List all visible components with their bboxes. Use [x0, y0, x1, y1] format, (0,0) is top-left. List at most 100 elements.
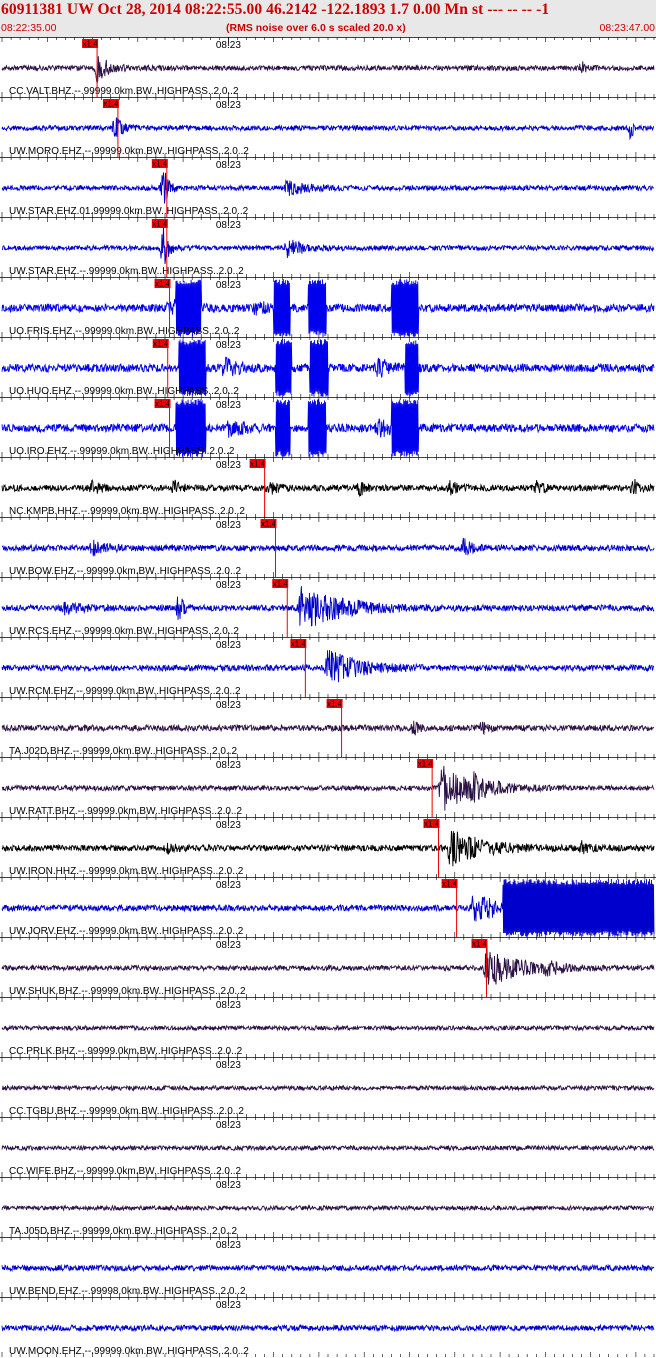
minute-label: 08:23: [216, 760, 241, 771]
minute-label: 08:23: [216, 460, 241, 471]
trace-row: 08:23 UW.JORV.EHZ.--.99999.0km.BW..HIGHPA…: [0, 877, 656, 937]
minute-label: 08:23: [216, 280, 241, 291]
station-label: UW.BEND.EHZ.--.99998.0km.BW..HIGHPASS..2…: [9, 1286, 246, 1297]
end-time: 08:23:47.00: [599, 22, 655, 34]
pick-label: x1.4: [327, 700, 343, 709]
pick-label: x1.4: [152, 220, 168, 229]
minute-label: 08:23: [216, 880, 241, 891]
pick-label: x1.4: [472, 940, 488, 949]
minute-label: 08:23: [216, 340, 241, 351]
station-label: UW.RCM.EHZ.--.99999.0km.BW..HIGHPASS..2.…: [9, 686, 241, 697]
waveform: [1, 586, 655, 627]
pick-label: x1.4: [250, 460, 266, 469]
station-label: CC.TGBU.BHZ.--.99999.0km.BW..HIGHPASS..2…: [9, 1106, 244, 1117]
trace-row: 08:23 UO.FRIS.EHZ.--.99999.0km.BW..HIGHPA…: [0, 277, 656, 337]
start-time: 08:22:35.00: [1, 22, 57, 34]
station-label: UW.SHUK.BHZ.--.99999.0km.BW..HIGHPASS..2…: [9, 986, 246, 997]
station-label: CC.PRLK.BHZ.--.99999.0km.BW..HIGHPASS..2…: [9, 1046, 243, 1057]
station-label: UW.RATT.BHZ.--.99999.0km.BW..HIGHPASS..2…: [9, 806, 242, 817]
minute-label: 08:23: [216, 40, 241, 51]
minute-label: 08:23: [216, 640, 241, 651]
event-title: 60911381 UW Oct 28, 2014 08:22:55.00 46.…: [1, 1, 550, 18]
station-label: UW.STAR.EHZ.01.99999.0km.BW..HIGHPASS..2…: [9, 206, 249, 217]
trace-row: 08:23 UW.IRON.HHZ.--.99999.0km.BW..HIGHPA…: [0, 817, 656, 877]
pick-label: x1.4: [155, 400, 171, 409]
waveform: [1, 226, 655, 264]
station-label: TA.J05D.BHZ.--.99999.0km.BW..HIGHPASS..2…: [9, 1226, 237, 1237]
station-label: UO.IRO.EHZ.--.99999.0km.BW..HIGHPASS..2.…: [9, 446, 235, 457]
pick-label: x1.4: [103, 100, 119, 109]
station-label: UW.IRON.HHZ.--.99999.0km.BW..HIGHPASS..2…: [9, 866, 244, 877]
station-label: UW.MORO.EHZ.--.99999.0km.BW..HIGHPASS..2…: [9, 146, 249, 157]
minute-label: 08:23: [216, 1060, 241, 1071]
minute-label: 08:23: [216, 1180, 241, 1191]
minute-label: 08:23: [216, 1240, 241, 1251]
minute-label: 08:23: [216, 1300, 241, 1311]
minute-label: 08:23: [216, 520, 241, 531]
pick-label: x1.4: [291, 640, 307, 649]
waveform: [1, 172, 655, 204]
trace-row: 08:23 UW.MOON.EHZ.--.99999.0km.BW..HIGHPA…: [0, 1297, 656, 1357]
scale-note: (RMS noise over 6.0 s scaled 20.0 x): [226, 22, 406, 34]
station-label: UO.FRIS.EHZ.--.99999.0km.BW..HIGHPASS..2…: [9, 326, 240, 337]
trace-row: 08:23 TA.J02D.BHZ.--.99999.0km.BW..HIGHPA…: [0, 697, 656, 757]
pick-label: x1.4: [155, 280, 171, 289]
minute-label: 08:23: [216, 100, 241, 111]
trace-row: 08:23 UW.RCS.EHZ.--.99999.0km.BW..HIGHPAS…: [0, 577, 656, 637]
station-label: UO.HUO.EHZ.--.99999.0km.BW..HIGHPASS..2.…: [9, 386, 239, 397]
trace-row: 08:23 UW.BEND.EHZ.--.99998.0km.BW..HIGHPA…: [0, 1237, 656, 1297]
trace-row: 08:23 CC.TGBU.BHZ.--.99999.0km.BW..HIGHPA…: [0, 1057, 656, 1117]
waveform: [1, 1323, 655, 1333]
waveform: [1, 720, 655, 736]
station-label: CC.WIFE.BHZ.--.99999.0km.BW..HIGHPASS..2…: [9, 1166, 242, 1177]
waveform: [1, 478, 655, 497]
waveform: [1, 650, 655, 683]
waveform: [1, 1024, 655, 1032]
station-label: UW.STAR.EHZ.--.99999.0km.BW..HIGHPASS..2…: [9, 266, 244, 277]
minute-label: 08:23: [216, 400, 241, 411]
trace-row: 08:23 UW.STAR.EHZ.01.99999.0km.BW..HIGHPA…: [0, 157, 656, 217]
trace-row: 08:23 UO.HUO.EHZ.--.99999.0km.BW..HIGHPAS…: [0, 337, 656, 397]
minute-label: 08:23: [216, 820, 241, 831]
waveform: [1, 56, 655, 84]
trace-row: 08:23 UW.RATT.BHZ.--.99999.0km.BW..HIGHPA…: [0, 757, 656, 817]
station-label: UW.MOON.EHZ.--.99999.0km.BW..HIGHPASS..2…: [9, 1346, 249, 1357]
pick-label: x1.4: [83, 40, 99, 49]
pick-label: x1.4: [273, 580, 289, 589]
trace-row: 08:23 UO.IRO.EHZ.--.99999.0km.BW..HIGHPAS…: [0, 397, 656, 457]
pick-label: x1.4: [424, 820, 440, 829]
minute-label: 08:23: [216, 1000, 241, 1011]
pick-label: x1.4: [152, 160, 168, 169]
pick-label: x1.4: [418, 760, 434, 769]
trace-row: 08:23 UW.SHUK.BHZ.--.99999.0km.BW..HIGHPA…: [0, 937, 656, 997]
trace-row: 08:23 UW.RCM.EHZ.--.99999.0km.BW..HIGHPAS…: [0, 637, 656, 697]
minute-label: 08:23: [216, 580, 241, 591]
station-label: UW.RCS.EHZ.--.99999.0km.BW..HIGHPASS..2.…: [9, 626, 239, 637]
waveform: [1, 1263, 655, 1273]
trace-row: 08:23 CC.PRLK.BHZ.--.99999.0km.BW..HIGHPA…: [0, 997, 656, 1057]
pick-label: x1.4: [153, 340, 169, 349]
header-bar: 60911381 UW Oct 28, 2014 08:22:55.00 46.…: [0, 0, 656, 37]
minute-label: 08:23: [216, 940, 241, 951]
trace-row: 08:23 TA.J05D.BHZ.--.99999.0km.BW..HIGHPA…: [0, 1177, 656, 1237]
pick-label: x1.4: [442, 880, 458, 889]
trace-row: 08:23 CC.VALT.BHZ.--.99999.0km.BW..HIGHPA…: [0, 37, 656, 97]
trace-row: 08:23 UW.BOW.EHZ.--.99999.0km.BW..HIGHPAS…: [0, 517, 656, 577]
trace-row: 08:23 UW.STAR.EHZ.--.99999.0km.BW..HIGHPA…: [0, 217, 656, 277]
station-label: NC.KMPB.HHZ.--.99999.0km.BW..HIGHPASS..2…: [9, 506, 245, 517]
trace-row: 08:23 UW.MORO.EHZ.--.99999.0km.BW..HIGHPA…: [0, 97, 656, 157]
minute-label: 08:23: [216, 700, 241, 711]
waveform: [1, 765, 655, 811]
waveform: [1, 537, 655, 557]
station-label: CC.VALT.BHZ.--.99999.0km.BW..HIGHPASS..2…: [9, 86, 239, 97]
minute-label: 08:23: [216, 1120, 241, 1131]
trace-row: 08:23 CC.WIFE.BHZ.--.99999.0km.BW..HIGHPA…: [0, 1117, 656, 1177]
waveform: [1, 830, 655, 867]
station-label: TA.J02D.BHZ.--.99999.0km.BW..HIGHPASS..2…: [9, 746, 237, 757]
trace-row: 08:23 NC.KMPB.HHZ.--.99999.0km.BW..HIGHPA…: [0, 457, 656, 517]
waveform: [1, 1204, 655, 1212]
seismogram-plot: 08:23 CC.VALT.BHZ.--.99999.0km.BW..HIGHPA…: [0, 37, 656, 1357]
waveform: [1, 1084, 655, 1092]
waveform: [1, 117, 655, 141]
waveform: [1, 1144, 655, 1152]
